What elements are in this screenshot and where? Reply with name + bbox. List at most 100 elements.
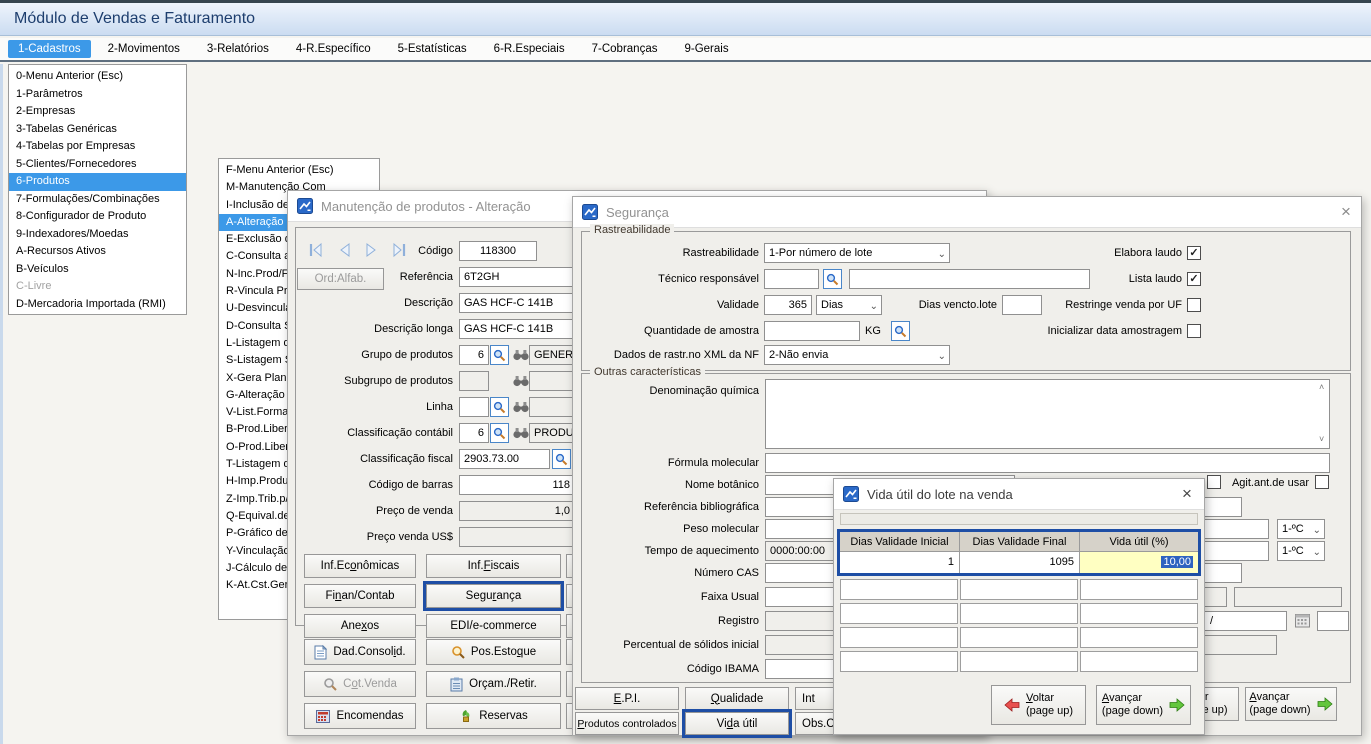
table-empty-cell[interactable] (840, 627, 958, 648)
tab[interactable]: 5-Estatísticas (388, 40, 477, 58)
table-cell[interactable]: 1095 (960, 552, 1080, 573)
table-empty-cell[interactable] (1080, 603, 1198, 624)
table-empty-cell[interactable] (960, 627, 1078, 648)
temp-unit-select-1[interactable]: 1-ºC⌄ (1277, 519, 1325, 539)
table-empty-cell[interactable] (840, 651, 958, 672)
temp-unit-select-2[interactable]: 1-ºC⌄ (1277, 541, 1325, 561)
class-fiscal-field[interactable]: 2903.73.00 (459, 449, 550, 469)
table-empty-cell[interactable] (960, 579, 1078, 600)
tab[interactable]: 4-R.Específico (286, 40, 381, 58)
menu-item[interactable]: 4-Tabelas por Empresas (9, 138, 186, 156)
inf-economicas-button[interactable]: Inf.Econômicas (304, 554, 416, 578)
codigo-field[interactable]: 118300 (459, 241, 537, 261)
restringe-venda-checkbox[interactable] (1187, 298, 1201, 312)
tab[interactable]: 2-Movimentos (98, 40, 190, 58)
table-empty-cell[interactable] (1080, 651, 1198, 672)
search-icon[interactable] (823, 269, 842, 289)
table-empty-cell[interactable] (960, 651, 1078, 672)
menu-item[interactable]: 2-Empresas (9, 103, 186, 121)
linha-field[interactable] (459, 397, 489, 417)
search-icon[interactable] (490, 423, 509, 443)
tab[interactable]: 9-Gerais (674, 40, 738, 58)
orcam-retir-button[interactable]: Orçam./Retir. (426, 671, 561, 697)
lista-laudo-checkbox[interactable]: ✓ (1187, 272, 1201, 286)
seguranca-button[interactable]: Segurança (426, 584, 561, 608)
chevron-down-icon: ⌄ (938, 246, 946, 263)
tab[interactable]: 1-Cadastros (8, 40, 91, 58)
finan-contab-button[interactable]: Finan/Contab (304, 584, 416, 608)
menu-item[interactable]: 8-Configurador de Produto (9, 208, 186, 226)
table-empty-cell[interactable] (840, 579, 958, 600)
encomendas-button[interactable]: Encomendas (304, 703, 416, 729)
subgrupo-field[interactable] (459, 371, 489, 391)
grupo-field[interactable]: 6 (459, 345, 489, 365)
app-icon (582, 204, 598, 220)
avancar-button[interactable]: Avançar(page down) (1245, 687, 1337, 721)
table-empty-cell[interactable] (960, 603, 1078, 624)
tab[interactable]: 3-Relatórios (197, 40, 279, 58)
qualidade-button[interactable]: Qualidade (685, 687, 789, 710)
column-header[interactable]: Vida útil (%) (1080, 532, 1198, 552)
menu-item[interactable]: A-Recursos Ativos (9, 243, 186, 261)
produtos-controlados-button[interactable]: Produtos controlados (575, 712, 679, 735)
tab[interactable]: 7-Cobranças (582, 40, 668, 58)
dad-consolid-button[interactable]: Dad.Consolid. (304, 639, 416, 665)
edi-ecommerce-button[interactable]: EDI/e-commerce (426, 614, 561, 638)
close-icon[interactable]: × (1337, 204, 1355, 220)
calendar-icon[interactable] (1295, 613, 1310, 631)
column-header[interactable]: Dias Validade Inicial (840, 532, 960, 552)
menu-item[interactable]: 9-Indexadores/Moedas (9, 226, 186, 244)
formula-molecular-field[interactable] (765, 453, 1330, 473)
menu-item[interactable]: F-Menu Anterior (Esc) (219, 162, 379, 179)
avancar-button[interactable]: Avançar(page down) (1096, 685, 1191, 725)
column-header[interactable]: Dias Validade Final (960, 532, 1080, 552)
menu-item[interactable]: B-Veículos (9, 261, 186, 279)
menu-item[interactable]: C-Livre (9, 278, 186, 296)
pos-estoque-button[interactable]: Pos.Estoque (426, 639, 561, 665)
elabora-laudo-checkbox[interactable]: ✓ (1187, 246, 1201, 260)
cot-venda-button[interactable]: Cot.Venda (304, 671, 416, 697)
table-cell[interactable]: 1 (840, 552, 960, 573)
search-icon[interactable] (490, 345, 509, 365)
close-icon[interactable]: × (1178, 486, 1196, 502)
anexos-button[interactable]: Anexos (304, 614, 416, 638)
epi-button[interactable]: E.P.I. (575, 687, 679, 710)
calculator-icon (316, 710, 330, 723)
menu-item[interactable]: 0-Menu Anterior (Esc) (9, 68, 186, 86)
dados-rastr-select[interactable]: 2-Não envia⌄ (764, 345, 950, 365)
validade-field[interactable]: 365 (764, 295, 812, 315)
qtd-amostra-field[interactable] (764, 321, 860, 341)
rastreabilidade-select[interactable]: 1-Por número de lote⌄ (764, 243, 950, 263)
search-icon[interactable] (490, 397, 509, 417)
cod-barras-field[interactable]: 118 (459, 475, 575, 495)
tab[interactable]: 6-R.Especiais (484, 40, 575, 58)
search-icon[interactable] (552, 449, 571, 469)
menu-item[interactable]: 7-Formulações/Combinações (9, 191, 186, 209)
vida-util-button[interactable]: Vida útil (685, 712, 789, 735)
tecnico-field[interactable] (764, 269, 819, 289)
table-empty-cell[interactable] (1080, 627, 1198, 648)
search-icon[interactable] (891, 321, 910, 341)
inf-fiscais-button[interactable]: Inf.Fiscais (426, 554, 561, 578)
validade-unit-select[interactable]: Dias⌄ (816, 295, 882, 315)
aux-small-field[interactable] (1317, 611, 1349, 631)
menu-item[interactable]: 1-Parâmetros (9, 86, 186, 104)
scroll-down-icon[interactable]: ˅ (1319, 435, 1324, 444)
soluvel-agua-checkbox[interactable] (1207, 475, 1221, 489)
menu-item[interactable]: 6-Produtos (9, 173, 186, 191)
voltar-button[interactable]: Voltar(page up) (991, 685, 1086, 725)
reservas-button[interactable]: Reservas (426, 703, 561, 729)
class-contabil-field[interactable]: 6 (459, 423, 489, 443)
menu-item[interactable]: 3-Tabelas Genéricas (9, 121, 186, 139)
menu-item[interactable]: D-Mercadoria Importada (RMI) (9, 296, 186, 314)
scroll-up-icon[interactable]: ˄ (1319, 383, 1324, 392)
module-tabbar: 1-Cadastros 2-Movimentos 3-Relatórios 4-R.E… (0, 38, 1371, 62)
table-cell-editing[interactable]: 10,00 (1080, 552, 1198, 573)
denominacao-quimica-textarea[interactable] (765, 379, 1330, 449)
table-empty-cell[interactable] (840, 603, 958, 624)
inicializar-amostragem-checkbox[interactable] (1187, 324, 1201, 338)
menu-item[interactable]: 5-Clientes/Fornecedores (9, 156, 186, 174)
agitar-antes-checkbox[interactable] (1315, 475, 1329, 489)
table-empty-cell[interactable] (1080, 579, 1198, 600)
dias-vencto-field[interactable] (1002, 295, 1042, 315)
